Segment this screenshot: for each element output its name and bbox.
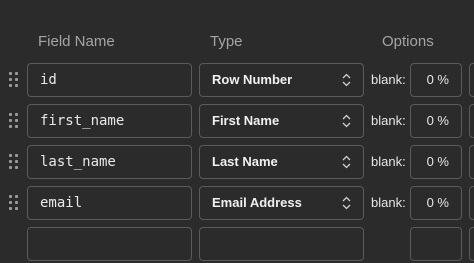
type-select-value: Last Name <box>212 154 278 169</box>
updown-chevron-icon <box>342 196 351 210</box>
drag-handle-icon[interactable] <box>9 154 19 170</box>
blank-percent-input[interactable]: 0 % <box>410 186 462 220</box>
field-name-header: Field Name <box>38 33 115 50</box>
blank-percent-input[interactable]: 0 % <box>410 63 462 97</box>
type-select[interactable]: First Name <box>199 104 364 138</box>
field-row: last_name Last Name blank: 0 % <box>0 145 474 181</box>
drag-handle-icon[interactable] <box>9 195 19 211</box>
blank-label: blank: <box>371 113 406 128</box>
field-name-input[interactable]: last_name <box>27 145 192 179</box>
blank-label: blank: <box>371 72 406 87</box>
drag-handle-icon[interactable] <box>9 72 19 88</box>
field-row: id Row Number blank: 0 % <box>0 63 474 99</box>
row-action-button[interactable] <box>469 63 474 97</box>
row-action-button[interactable] <box>469 145 474 179</box>
field-name-input[interactable]: id <box>27 63 192 97</box>
field-name-input[interactable]: email <box>27 186 192 220</box>
type-header: Type <box>210 33 243 50</box>
type-select[interactable]: Last Name <box>199 145 364 179</box>
blank-percent-input[interactable]: 0 % <box>410 104 462 138</box>
blank-label: blank: <box>371 195 406 210</box>
drag-handle-icon[interactable] <box>9 113 19 129</box>
updown-chevron-icon <box>342 155 351 169</box>
type-select-value: Email Address <box>212 195 302 210</box>
field-row <box>0 227 474 263</box>
blank-percent-input[interactable] <box>410 227 462 261</box>
field-row: first_name First Name blank: 0 % <box>0 104 474 140</box>
row-action-button[interactable] <box>469 227 474 261</box>
row-action-button[interactable] <box>469 186 474 220</box>
column-header: Field Name Type Options <box>0 0 474 60</box>
type-select[interactable]: Email Address <box>199 186 364 220</box>
updown-chevron-icon <box>342 114 351 128</box>
field-row: email Email Address blank: 0 % <box>0 186 474 222</box>
blank-label: blank: <box>371 154 406 169</box>
type-select-value: Row Number <box>212 72 293 87</box>
options-header: Options <box>382 33 434 50</box>
updown-chevron-icon <box>342 73 351 87</box>
field-name-input[interactable]: first_name <box>27 104 192 138</box>
type-select[interactable]: Row Number <box>199 63 364 97</box>
type-select-value: First Name <box>212 113 280 128</box>
type-select[interactable] <box>199 227 364 261</box>
row-action-button[interactable] <box>469 104 474 138</box>
field-name-input[interactable] <box>27 227 192 261</box>
blank-percent-input[interactable]: 0 % <box>410 145 462 179</box>
